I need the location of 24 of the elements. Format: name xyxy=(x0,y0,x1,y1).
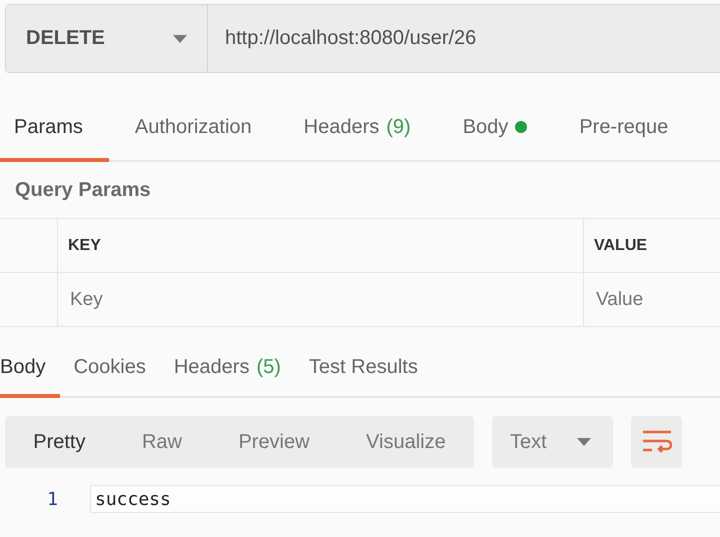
wrap-button[interactable] xyxy=(631,416,682,468)
request-tab[interactable]: Params xyxy=(0,96,109,162)
view-mode-button[interactable]: Preview xyxy=(228,422,320,462)
request-tab[interactable]: Pre-reque xyxy=(553,96,694,162)
column-header: KEY xyxy=(68,236,101,254)
view-mode-button[interactable]: Visualize xyxy=(356,422,456,462)
wrap-lines-icon xyxy=(642,429,672,455)
response-tab[interactable]: Headers (5) xyxy=(160,341,295,398)
column-header: VALUE xyxy=(594,236,648,254)
view-mode-button[interactable]: Raw xyxy=(132,422,192,462)
request-tab[interactable]: Headers (9) xyxy=(278,96,437,162)
response-tab[interactable]: Body xyxy=(0,341,60,398)
param-input[interactable]: Key xyxy=(68,288,536,312)
param-input[interactable]: Value xyxy=(594,288,712,312)
request-tab[interactable]: Authorization xyxy=(108,96,278,162)
code-line: success xyxy=(95,488,171,510)
response-tab[interactable]: Test Results xyxy=(294,341,432,398)
request-tab[interactable]: Body xyxy=(436,96,554,162)
view-mode-button[interactable]: Pretty xyxy=(23,422,96,462)
line-number: 1 xyxy=(46,488,59,510)
response-tab[interactable]: Cookies xyxy=(60,341,160,398)
caret-icon xyxy=(576,438,591,446)
format-dropdown[interactable]: Text xyxy=(492,416,613,468)
section-title: Query Params xyxy=(15,178,151,202)
